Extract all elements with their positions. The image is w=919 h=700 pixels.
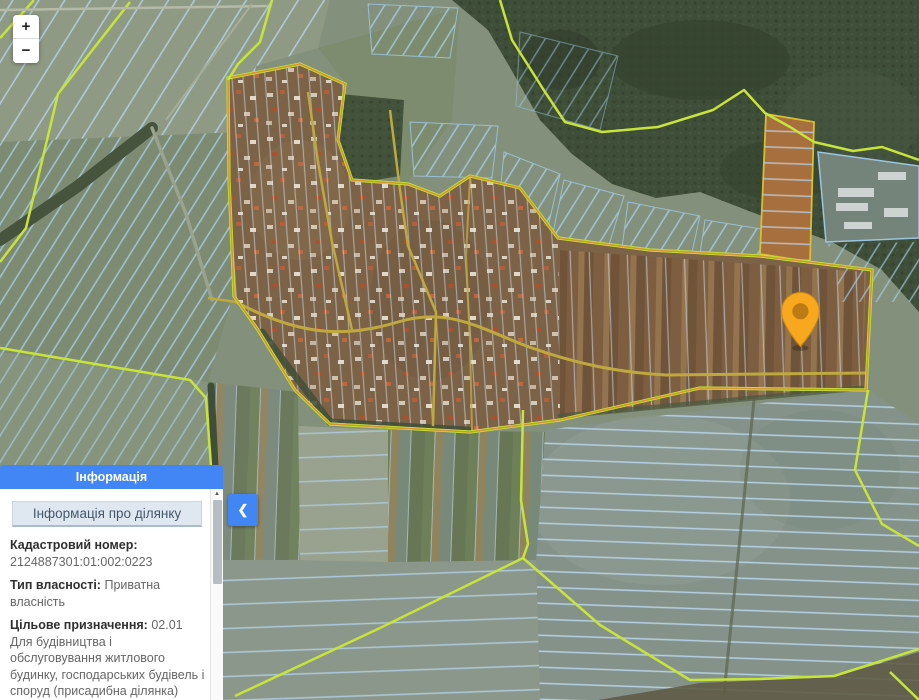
info-panel: Інформація Інформація про ділянку Кадаст… xyxy=(0,465,223,700)
zoom-control: + − xyxy=(13,15,39,63)
scroll-up-icon[interactable]: ▲ xyxy=(211,489,223,499)
field-label: Тип власності: xyxy=(10,578,101,592)
chevron-left-icon: ❮ xyxy=(237,502,249,517)
zoom-in-button[interactable]: + xyxy=(13,15,39,39)
panel-collapse-button[interactable]: ❮ xyxy=(228,494,258,526)
tab-parcel-info[interactable]: Інформація про ділянку xyxy=(12,501,202,527)
cadastral-map-app: + − Інформація Інформація про ділянку Ка… xyxy=(0,0,919,700)
info-panel-header[interactable]: Інформація xyxy=(0,465,223,489)
field-value: 2124887301:01:002:0223 xyxy=(10,554,153,569)
field-label: Цільове призначення: xyxy=(10,618,148,632)
field-designated-purpose: Цільове призначення: 02.01 Для будівницт… xyxy=(10,617,206,700)
zoom-out-button[interactable]: − xyxy=(13,39,39,63)
info-panel-body: Інформація про ділянку Кадастровий номер… xyxy=(0,489,223,700)
field-cadastral-number: Кадастровий номер: 2124887301:01:002:022… xyxy=(10,537,206,570)
scrollbar-thumb[interactable] xyxy=(212,500,222,584)
field-label: Кадастровий номер: xyxy=(10,538,138,552)
field-ownership-type: Тип власності: Приватна власність xyxy=(10,577,206,610)
panel-scrollbar[interactable]: ▲ xyxy=(210,489,223,700)
